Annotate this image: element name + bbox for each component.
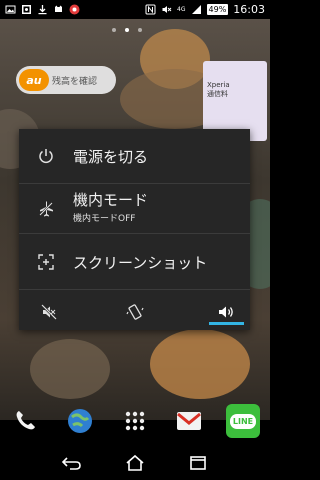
home-button[interactable] [120,449,150,477]
screenshot-icon [36,252,56,272]
browser-app[interactable] [63,404,97,438]
au-balance-widget[interactable]: au 残高を確認 [16,66,116,94]
divider [19,289,250,290]
airplane-icon [36,199,56,219]
screenshot-item[interactable]: スクリーンショット [19,234,250,289]
vibrate-mode-button[interactable] [105,293,165,330]
page-indicator [112,28,142,32]
power-off-label: 電源を切る [73,148,149,166]
clock: 16:03 [233,3,265,16]
gmail-icon [177,412,201,430]
gmail-app[interactable] [172,404,206,438]
network-type: 4G [177,5,186,13]
recents-button[interactable] [183,449,213,477]
silent-mode-icon [41,303,57,320]
notification-icons [5,4,80,15]
wallpaper-cat [150,329,250,399]
app-notification-icon [69,4,80,15]
line-app[interactable]: LINE [226,404,260,438]
photo-icon [5,4,16,15]
airplane-mode-status: 機内モードOFF [73,214,136,224]
power-menu-dialog: 電源を切る 機内モード 機内モードOFF スクリーンショット [19,129,250,330]
xperia-widget-subtitle: 通信料 [207,90,228,98]
au-widget-label: 残高を確認 [52,76,98,87]
silent-mode-button[interactable] [19,293,79,330]
app-drawer[interactable] [118,404,152,438]
sound-mode-icon [219,306,233,317]
battery-icon: 49% [206,4,229,15]
sound-mode-selected-indicator [209,322,244,325]
line-icon: LINE [229,413,257,429]
recents-icon [190,456,207,470]
screenshot-label: スクリーンショット [73,254,208,272]
app-drawer-icon [125,411,145,431]
back-icon [61,457,81,470]
page-dot-active [125,28,129,32]
status-bar: 4G 49% 16:03 [0,0,270,19]
airplane-mode-item[interactable]: 機内モード 機内モードOFF [19,184,250,233]
au-logo: au [19,69,49,91]
navigation-bar [0,446,270,480]
phone-app[interactable] [8,404,42,438]
wallpaper-shape [30,339,110,399]
airplane-mode-label: 機内モード [73,191,149,209]
page-dot [112,28,116,32]
xperia-widget-title: Xperia [207,81,230,89]
kitty-icon [53,4,64,15]
image-icon [21,4,32,15]
vibrate-mode-icon [126,303,144,320]
back-button[interactable] [57,449,87,477]
mute-icon [161,4,172,15]
nfc-icon [145,4,156,15]
home-icon [126,454,144,471]
system-icons: 4G 49% 16:03 [145,3,265,16]
phone-icon [16,411,35,430]
dock: LINE [0,404,270,444]
signal-icon [191,4,202,15]
page-dot [138,28,142,32]
power-off-item[interactable]: 電源を切る [19,129,250,183]
download-icon [37,4,48,15]
browser-icon [68,409,92,433]
power-icon [36,146,56,166]
